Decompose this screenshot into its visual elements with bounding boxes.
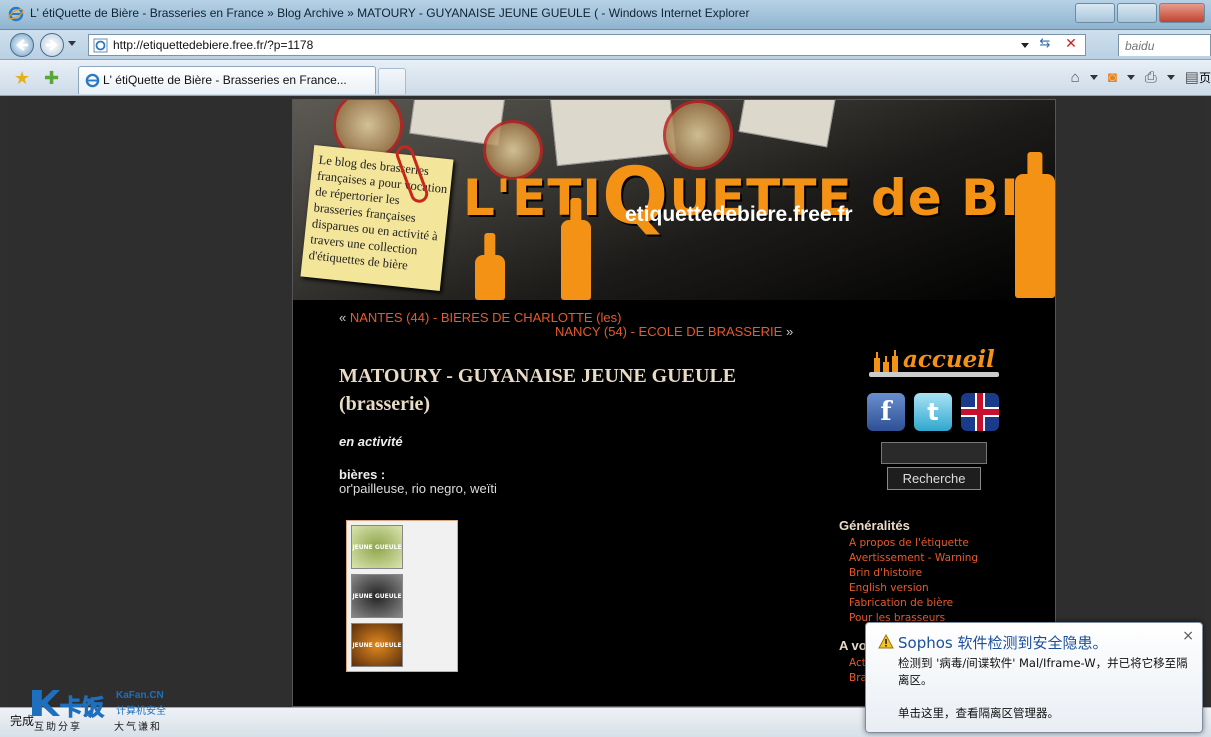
kafan-k-icon xyxy=(32,690,60,716)
new-tab-button[interactable] xyxy=(378,68,406,94)
close-window-button[interactable] xyxy=(1159,3,1205,23)
brewery-status: en activité xyxy=(339,434,403,449)
site-subtitle: etiquettedebiere.free.fr xyxy=(625,203,853,226)
minimize-button[interactable] xyxy=(1075,3,1115,23)
search-input[interactable] xyxy=(1119,36,1210,56)
beers-list: or'pailleuse, rio negro, weïti xyxy=(339,481,497,496)
search-box[interactable] xyxy=(1118,34,1211,56)
favorites-star-icon[interactable]: ★ xyxy=(14,68,30,89)
beer-labels-image[interactable]: JEUNE GUEULE JEUNE GUEULE JEUNE GUEULE xyxy=(346,520,458,672)
beer-label-image: JEUNE GUEULE xyxy=(351,525,403,569)
feeds-dropdown-icon[interactable] xyxy=(1126,74,1135,80)
sidebar-link[interactable]: A propos de l'étiquette xyxy=(849,536,978,551)
popup-quarantine-link[interactable]: 单击这里，查看隔离区管理器。 xyxy=(898,705,1059,721)
twitter-icon[interactable]: t xyxy=(914,393,952,431)
sophos-alert-popup[interactable]: Sophos 软件检测到安全隐患。 × 检测到 '病毒/间谍软件' Mal/If… xyxy=(865,622,1203,733)
sidebar-link[interactable]: English version xyxy=(849,581,978,596)
url-field[interactable]: http://etiquettedebiere.free.fr/?p=1178 … xyxy=(88,34,1086,56)
url-dropdown-icon[interactable] xyxy=(1021,43,1029,48)
blog-header-banner[interactable]: Le blog des brasseries françaises a pour… xyxy=(293,100,1055,300)
page-icon xyxy=(93,38,108,53)
content-viewport: Le blog des brasseries françaises a pour… xyxy=(8,97,1203,707)
prev-post-link[interactable]: NANTES (44) - BIERES DE CHARLOTTE (les) xyxy=(350,310,622,325)
url-text: http://etiquettedebiere.free.fr/?p=1178 xyxy=(113,38,314,52)
facebook-icon[interactable]: f xyxy=(867,393,905,431)
prev-post: « NANTES (44) - BIERES DE CHARLOTTE (les… xyxy=(339,310,622,325)
ie-logo-icon xyxy=(8,6,24,22)
recent-pages-dropdown[interactable] xyxy=(68,41,76,46)
note-text: Le blog des brasseries françaises a pour… xyxy=(308,152,448,273)
tab-bar: ★ ✚ L' étiQuette de Bière - Brasseries e… xyxy=(0,60,1211,96)
next-post-link[interactable]: NANCY (54) - ECOLE DE BRASSERIE xyxy=(555,324,782,339)
status-text: 完成 xyxy=(10,714,35,728)
sidebar-heading-2: A vo xyxy=(839,638,867,653)
back-button[interactable] xyxy=(10,33,34,57)
maximize-button[interactable] xyxy=(1117,3,1157,23)
stop-icon[interactable]: ✕ xyxy=(1061,36,1081,54)
bottles-icon xyxy=(874,350,898,374)
popup-close-icon[interactable]: × xyxy=(1182,628,1194,644)
window-controls xyxy=(1075,3,1205,23)
home-link[interactable]: accueil xyxy=(869,346,1005,378)
home-dropdown-icon[interactable] xyxy=(1089,74,1098,80)
print-icon[interactable]: ⎙ xyxy=(1145,69,1157,86)
popup-message: 检测到 '病毒/间谍软件' Mal/Iframe-W，并已将它移至隔离区。 xyxy=(898,656,1188,687)
post-title: MATOURY - GUYANAISE JEUNE GUEULE (brasse… xyxy=(339,365,737,415)
site-search-input[interactable] xyxy=(881,442,987,464)
command-bar: ⌂ ◙ ⎙ ▤页 xyxy=(1071,68,1211,87)
add-favorites-icon[interactable]: ✚ xyxy=(44,68,59,89)
sidebar-link[interactable]: Brin d'histoire xyxy=(849,566,978,581)
blog-page: Le blog des brasseries françaises a pour… xyxy=(292,99,1056,707)
title-bar: L' étiQuette de Bière - Brasseries en Fr… xyxy=(0,0,1211,30)
sidebar-list-generalites: A propos de l'étiquette Avertissement - … xyxy=(849,536,978,626)
home-link-base xyxy=(869,372,999,377)
bottle-icon xyxy=(1015,174,1055,298)
print-dropdown-icon[interactable] xyxy=(1166,74,1175,80)
tab-active[interactable]: L' étiQuette de Bière - Brasseries en Fr… xyxy=(78,66,376,94)
sticky-note: Le blog des brasseries françaises a pour… xyxy=(300,145,454,291)
page-menu-icon: ▤ xyxy=(1184,69,1199,86)
refresh-icon[interactable]: ⇆ xyxy=(1035,36,1055,54)
sidebar-heading-generalites: Généralités xyxy=(839,518,910,533)
site-title: L'ETIQUETTE de BIERE xyxy=(463,152,1055,242)
page-menu[interactable]: ▤页 xyxy=(1185,68,1211,86)
bottle-icon xyxy=(561,220,591,300)
browser-window: L' étiQuette de Bière - Brasseries en Fr… xyxy=(0,0,1211,737)
back-arrow-icon xyxy=(16,39,28,51)
search-button[interactable]: Recherche xyxy=(887,467,981,490)
tab-label: L' étiQuette de Bière - Brasseries en Fr… xyxy=(103,73,347,87)
bottle-icon xyxy=(475,255,505,300)
next-post: NANCY (54) - ECOLE DE BRASSERIE » xyxy=(555,324,794,339)
ie-logo-icon xyxy=(85,73,100,88)
kafan-watermark-logo: 卡饭 KaFan.CN 计算机安全 互助分享 大气谦和 xyxy=(32,690,166,733)
forward-arrow-icon xyxy=(46,39,58,51)
forward-button[interactable] xyxy=(40,33,64,57)
sidebar-link[interactable]: Avertissement - Warning xyxy=(849,551,978,566)
rss-feed-icon[interactable]: ◙ xyxy=(1108,69,1117,86)
beer-label-image: JEUNE GUEULE xyxy=(351,623,403,667)
uk-flag-icon[interactable] xyxy=(961,393,999,431)
address-bar: http://etiquettedebiere.free.fr/?p=1178 … xyxy=(0,30,1211,60)
warning-icon xyxy=(878,634,894,649)
beer-label-image: JEUNE GUEULE xyxy=(351,574,403,618)
card-decoration xyxy=(738,100,838,148)
sidebar-link[interactable]: Fabrication de bière xyxy=(849,596,978,611)
window-title: L' étiQuette de Bière - Brasseries en Fr… xyxy=(30,6,750,20)
beers-heading: bières : xyxy=(339,467,386,482)
popup-title: Sophos 软件检测到安全隐患。 xyxy=(898,634,1108,652)
home-icon[interactable]: ⌂ xyxy=(1071,69,1080,86)
